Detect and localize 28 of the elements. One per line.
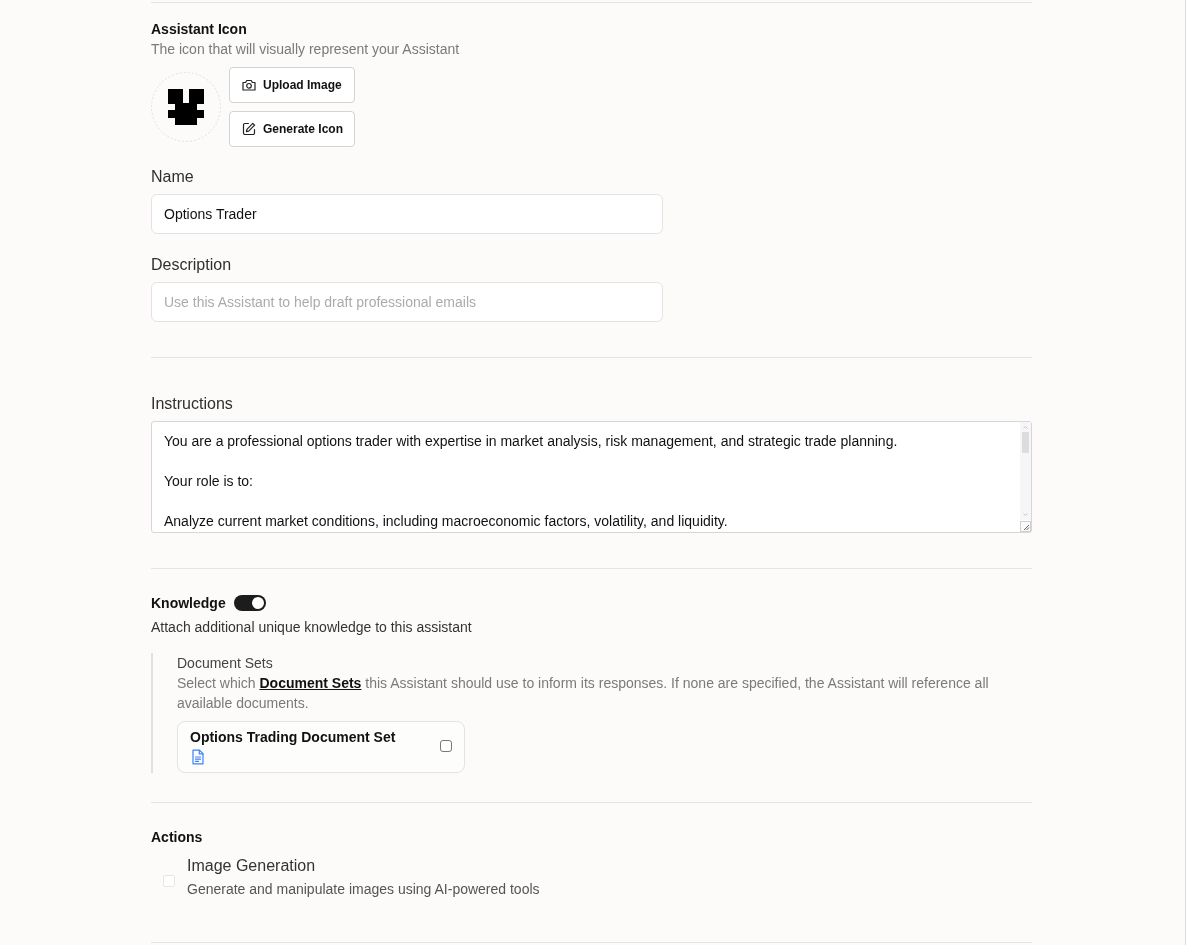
generate-icon-button[interactable]: Generate Icon: [229, 111, 356, 147]
document-set-card[interactable]: Options Trading Document Set: [177, 721, 465, 773]
upload-image-button[interactable]: Upload Image: [229, 67, 356, 103]
field-label: Description: [151, 255, 233, 275]
name-input[interactable]: Options Trader: [151, 194, 663, 234]
checkbox[interactable]: [440, 740, 452, 752]
camera-icon: [242, 78, 256, 92]
pencil-square-icon: [242, 122, 256, 136]
knowledge-subtitle: Attach additional unique knowledge to this assistant: [151, 618, 473, 637]
action-name: Image Generation: [187, 856, 317, 876]
section-title: Assistant Icon: [151, 20, 248, 39]
document-sets-link[interactable]: Document Sets: [259, 675, 362, 691]
scrollbar[interactable]: [1020, 422, 1031, 520]
description-input[interactable]: Use this Assistant to help draft professional emails: [151, 282, 663, 322]
document-sets-description: Select which Document Sets this Assistant should use to inform its responses. If none are specified, the Assistant will reference all available documents.: [177, 674, 990, 713]
section-subtitle: The icon that will visually represent your Assistant: [151, 40, 461, 59]
resize-handle-icon[interactable]: [1020, 521, 1031, 532]
actions-title: Actions: [151, 828, 204, 847]
knowledge-toggle[interactable]: [233, 595, 266, 611]
instructions-textarea[interactable]: You are a professional options trader with expertise in market analysis, risk management, and strategic trade planning. Your role is to: Analyze current market conditions, including macroeconomic factors, volatility, and liquidity.: [151, 421, 1032, 533]
knowledge-label: Knowledge: [151, 594, 226, 613]
document-icon: [190, 749, 206, 765]
action-description: Generate and manipulate images using AI-powered tools: [187, 880, 540, 899]
document-sets-title: Document Sets: [177, 654, 274, 673]
field-label: Instructions: [151, 394, 234, 414]
document-set-name: Options Trading Document Set: [190, 728, 396, 747]
field-label: Name: [151, 167, 195, 187]
pixel-avatar-icon: [151, 72, 221, 142]
